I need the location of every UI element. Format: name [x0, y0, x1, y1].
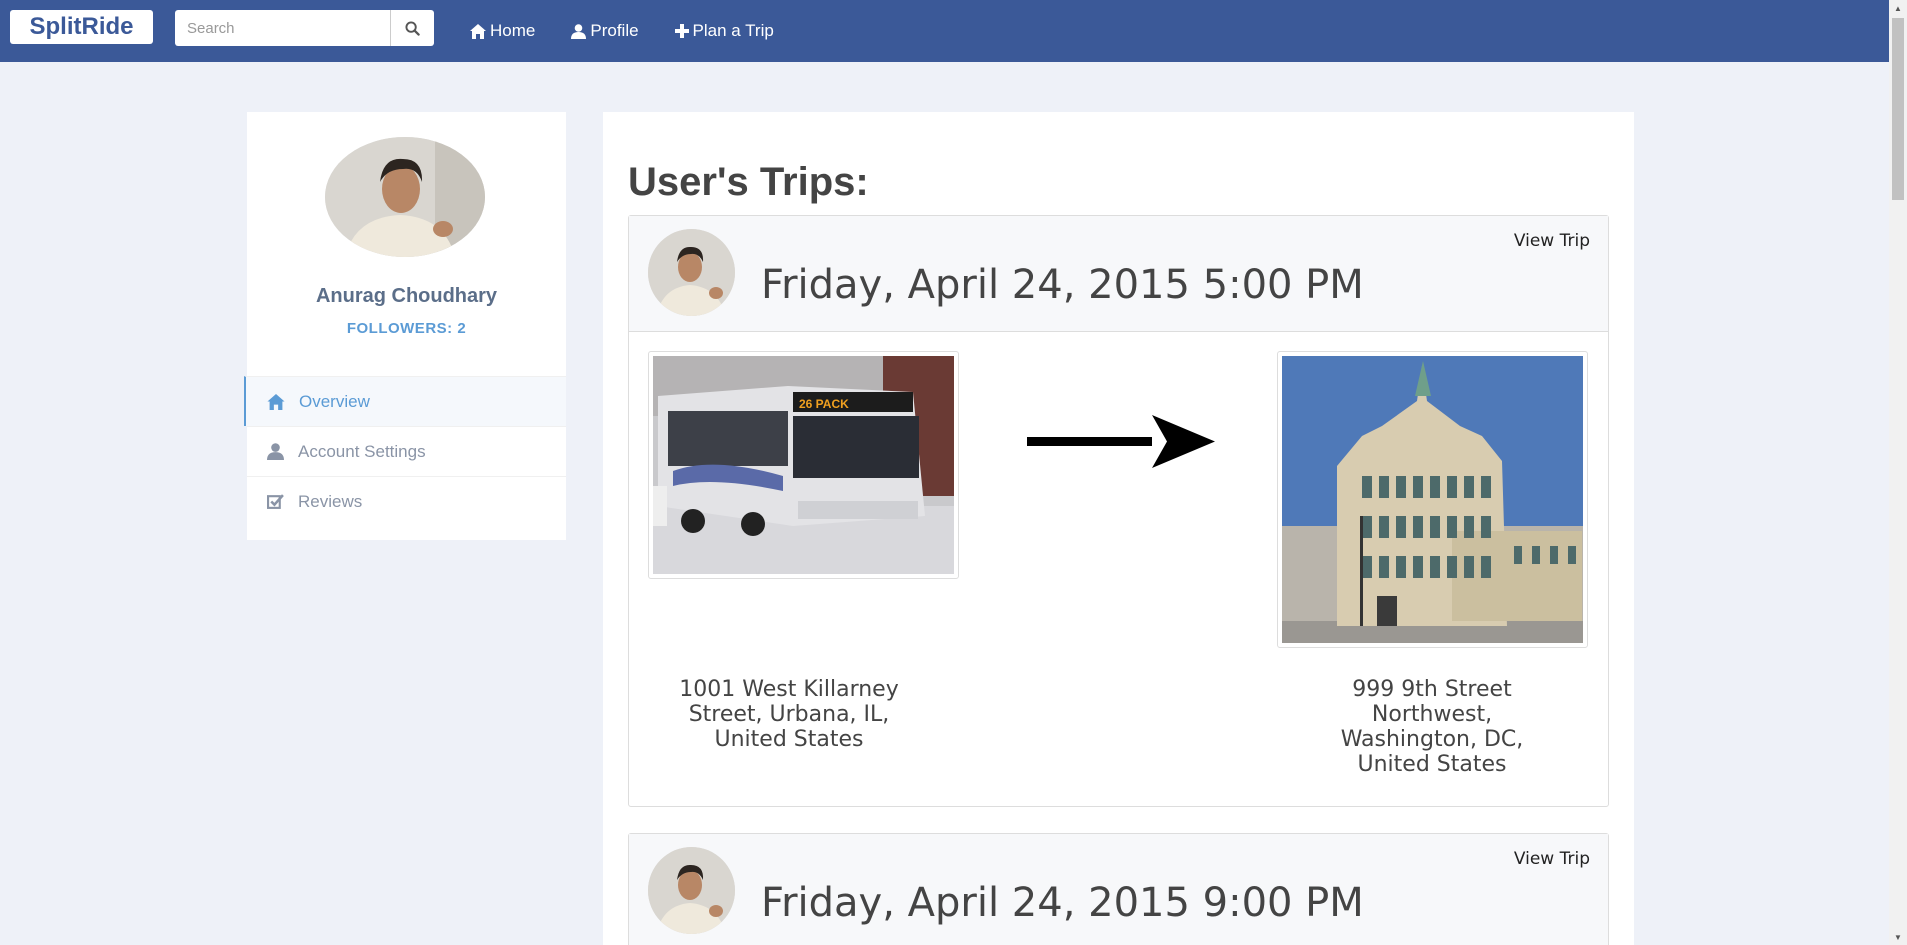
followers-count[interactable]: FOLLOWERS: 2	[247, 320, 566, 337]
origin-address: 1001 West Killarney Street, Urbana, IL, …	[679, 677, 899, 752]
home-icon	[470, 23, 486, 39]
nav-home-label: Home	[490, 21, 536, 40]
profile-avatar	[325, 137, 485, 257]
destination-address: 999 9th Street Northwest, Washington, DC…	[1340, 677, 1524, 777]
menu-item-label: Reviews	[298, 491, 363, 511]
profile-name: Anurag Choudhary	[315, 285, 498, 307]
user-icon	[267, 443, 284, 460]
trip-date: Friday, April 24, 2015 9:00 PM	[761, 880, 1364, 926]
page-title: User's Trips:	[628, 160, 869, 204]
trip-card: Friday, April 24, 2015 5:00 PM View Trip…	[628, 215, 1609, 807]
nav-profile-label: Profile	[590, 21, 639, 40]
view-trip-link[interactable]: View Trip	[1514, 849, 1590, 869]
trips-panel: User's Trips: Friday, April 24, 2015 5:0…	[603, 112, 1634, 945]
page-scrollbar[interactable]: ▲ ▼	[1889, 0, 1907, 945]
menu-item-reviews[interactable]: Reviews	[247, 476, 566, 526]
trip-card: Friday, April 24, 2015 9:00 PM View Trip	[628, 833, 1609, 945]
nav-home-link[interactable]: Home	[470, 21, 535, 41]
menu-item-account-settings[interactable]: Account Settings	[247, 426, 566, 476]
search-input[interactable]	[175, 10, 390, 46]
profile-sidebar: Anurag Choudhary FOLLOWERS: 2 Overview A…	[244, 112, 566, 540]
plus-icon	[674, 24, 689, 38]
scroll-thumb[interactable]	[1892, 18, 1904, 200]
scroll-up-arrow-icon[interactable]: ▲	[1889, 0, 1907, 16]
arrow-right-icon	[1027, 415, 1215, 468]
nav-profile-link[interactable]: Profile	[571, 21, 639, 41]
top-navbar: SplitRide Home Profile Plan a Trip	[0, 0, 1889, 62]
trip-user-avatar	[648, 229, 735, 316]
view-trip-link[interactable]: View Trip	[1514, 231, 1590, 251]
nav-links: Home Profile Plan a Trip	[470, 0, 810, 62]
svg-text:26 PACK: 26 PACK	[799, 397, 849, 411]
menu-item-label: Overview	[299, 391, 370, 411]
trip-header: Friday, April 24, 2015 9:00 PM View Trip	[629, 834, 1608, 945]
brand-logo[interactable]: SplitRide	[10, 10, 153, 44]
trip-date: Friday, April 24, 2015 5:00 PM	[761, 262, 1364, 308]
profile-menu: Overview Account Settings Reviews	[244, 376, 566, 526]
home-icon	[267, 393, 285, 410]
search-button[interactable]	[390, 10, 433, 46]
trip-route: 26 PACK 1001 West Killarney Street, Urba…	[629, 332, 1608, 806]
nav-plan-trip-link[interactable]: Plan a Trip	[674, 21, 774, 41]
user-icon	[571, 23, 587, 39]
trip-header: Friday, April 24, 2015 5:00 PM View Trip	[629, 216, 1608, 332]
nav-plan-trip-label: Plan a Trip	[692, 21, 774, 40]
origin-image: 26 PACK	[648, 351, 959, 579]
menu-item-label: Account Settings	[298, 441, 426, 461]
scroll-down-arrow-icon[interactable]: ▼	[1889, 929, 1907, 945]
menu-item-overview[interactable]: Overview	[244, 376, 566, 426]
trip-user-avatar	[648, 847, 735, 934]
search-form	[175, 10, 434, 46]
search-icon	[404, 20, 420, 36]
destination-image	[1277, 351, 1588, 648]
checkbox-icon	[267, 494, 284, 509]
